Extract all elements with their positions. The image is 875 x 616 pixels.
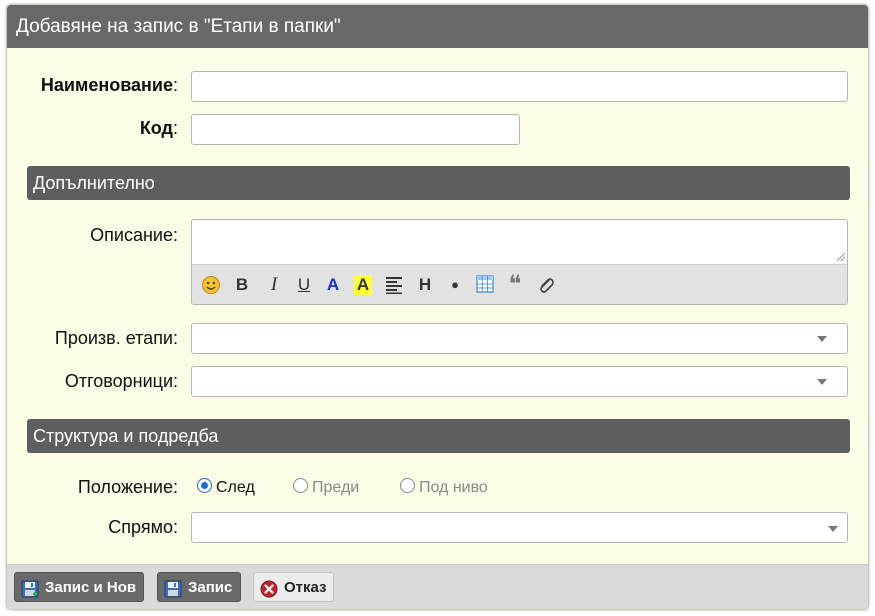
relative-label: Спрямо: <box>108 517 178 537</box>
name-label: Наименование: <box>40 75 178 95</box>
relative-select[interactable] <box>191 512 848 543</box>
name-row: Наименование: <box>7 71 868 102</box>
dialog-title: Добавяне на запис в "Етапи в папки" <box>7 5 868 48</box>
editor-toolbar: B I U A A H ● ❝ <box>192 264 847 304</box>
radio-before-label: Преди <box>312 479 360 496</box>
radio-sublevel[interactable]: Под ниво <box>400 476 488 500</box>
radio-sublevel-label: Под ниво <box>419 479 488 496</box>
bold-button[interactable]: B <box>230 273 254 297</box>
text-color-button[interactable]: A <box>321 273 345 297</box>
radio-circle <box>197 478 212 494</box>
code-label: Код: <box>139 118 178 138</box>
responsible-select[interactable] <box>191 366 848 397</box>
underline-button[interactable]: U <box>292 273 316 297</box>
description-textarea[interactable] <box>192 220 847 264</box>
save-button[interactable]: Запис <box>157 572 241 602</box>
table-icon[interactable] <box>473 273 497 297</box>
position-radio-group: След Преди Под ниво <box>7 476 868 500</box>
floppy-disk-icon <box>21 579 39 598</box>
radio-circle <box>293 478 308 494</box>
chevron-down-icon <box>817 336 827 342</box>
floppy-disk-icon <box>164 579 182 598</box>
dialog-footer: Запис и Нов Запис Отказ <box>7 564 868 609</box>
bullet-button[interactable]: ● <box>443 273 467 297</box>
chevron-down-icon <box>817 379 827 385</box>
save-and-new-label: Запис и Нов <box>45 579 137 596</box>
add-record-dialog: Добавяне на запис в "Етапи в папки" Наим… <box>6 4 869 610</box>
section-structure[interactable]: Структура и подредба <box>27 419 850 453</box>
highlight-button[interactable]: A <box>354 275 372 295</box>
radio-after-label: След <box>216 479 255 496</box>
code-row: Код: <box>7 114 868 145</box>
name-input[interactable] <box>191 71 848 102</box>
code-input[interactable] <box>191 114 520 145</box>
responsible-label: Отговорници: <box>64 371 178 391</box>
resize-handle[interactable] <box>837 253 845 261</box>
description-label: Описание: <box>90 225 178 245</box>
description-editor: B I U A A H ● ❝ <box>191 219 848 305</box>
attachment-icon[interactable] <box>534 273 558 297</box>
prod-stages-select[interactable] <box>191 323 848 354</box>
prod-stages-label: Произв. етапи: <box>54 328 178 348</box>
radio-before[interactable]: Преди <box>293 476 359 500</box>
italic-button[interactable]: I <box>262 273 286 297</box>
cancel-button[interactable]: Отказ <box>253 572 334 602</box>
close-icon <box>260 579 278 598</box>
save-and-new-button[interactable]: Запис и Нов <box>14 572 144 602</box>
save-label: Запис <box>188 579 233 596</box>
align-icon[interactable] <box>382 273 406 297</box>
emoji-icon[interactable] <box>199 273 223 297</box>
chevron-down-icon <box>828 526 838 532</box>
cancel-label: Отказ <box>284 579 327 596</box>
heading-button[interactable]: H <box>413 273 437 297</box>
radio-circle <box>400 478 415 494</box>
section-additional[interactable]: Допълнително <box>27 166 850 200</box>
radio-after[interactable]: След <box>197 476 255 500</box>
quote-icon[interactable]: ❝ <box>503 273 527 297</box>
